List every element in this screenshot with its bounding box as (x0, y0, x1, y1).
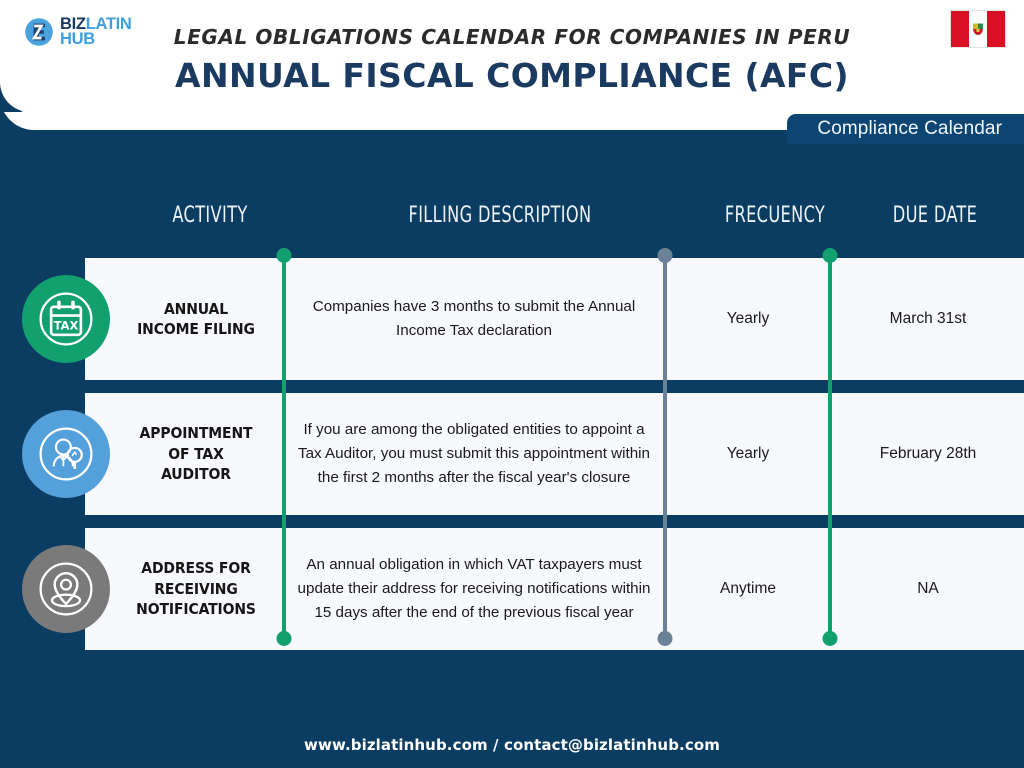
column-divider-line-3 (822, 248, 838, 646)
column-header-frecuency: FRECUENCY (724, 203, 826, 228)
table-row: TAX ANNUAL INCOME FILING Companies have 3… (0, 258, 1024, 380)
table-column-headers: ACTIVITY FILLING DESCRIPTION FRECUENCY D… (85, 203, 1024, 239)
footer-contact[interactable]: www.bizlatinhub.com / contact@bizlatinhu… (0, 722, 1024, 768)
cell-frequency: Yearly (726, 445, 770, 462)
compliance-calendar-tab[interactable]: Compliance Calendar (787, 114, 1024, 144)
auditor-person-glyph (39, 427, 93, 481)
divider-dot-top (276, 248, 292, 263)
cell-frequency: Yearly (726, 310, 770, 327)
divider-dot-top (657, 248, 673, 263)
column-header-activity: ACTIVITY (172, 203, 248, 228)
cell-due-date: March 31st (889, 310, 967, 327)
cell-activity: APPOINTMENT OF TAX AUDITOR (139, 424, 253, 484)
header-subtitle: LEGAL OBLIGATIONS CALENDAR FOR COMPANIES… (173, 25, 851, 49)
divider-dot-bottom (657, 631, 673, 646)
column-divider-line-2 (657, 248, 673, 646)
location-pin-glyph (39, 562, 93, 616)
column-divider-line-1 (276, 248, 292, 646)
table-row: ADDRESS FOR RECEIVING NOTIFICATIONS An ann… (0, 528, 1024, 650)
tax-calendar-glyph: TAX (39, 292, 93, 346)
header-card: BIZLATIN HUB LEGAL OBLIGATIONS CALENDAR … (0, 0, 1024, 130)
cell-activity: ADDRESS FOR RECEIVING NOTIFICATIONS (136, 559, 256, 619)
table-row: APPOINTMENT OF TAX AUDITOR If you are amon… (0, 393, 1024, 515)
location-pin-icon (22, 545, 110, 633)
cell-due-date: NA (917, 580, 939, 597)
compliance-rows: TAX ANNUAL INCOME FILING Companies have 3… (0, 258, 1024, 663)
tax-calendar-icon: TAX (22, 275, 110, 363)
column-header-due-date: DUE DATE (892, 203, 978, 228)
cell-due-date: February 28th (879, 445, 977, 462)
page-title: ANNUAL FISCAL COMPLIANCE (AFC) (175, 56, 849, 95)
cell-frequency: Anytime (720, 580, 776, 597)
cell-description: Companies have 3 months to submit the An… (312, 297, 636, 339)
divider-dot-bottom (276, 631, 292, 646)
column-header-filling-description: FILLING DESCRIPTION (408, 203, 592, 228)
cell-description: An annual obligation in which VAT taxpay… (297, 555, 651, 621)
tax-auditor-person-icon (22, 410, 110, 498)
cell-activity: ANNUAL INCOME FILING (137, 299, 255, 338)
svg-text:TAX: TAX (54, 319, 79, 333)
divider-dot-top (822, 248, 838, 263)
divider-dot-bottom (822, 631, 838, 646)
cell-description: If you are among the obligated entities … (297, 420, 651, 486)
peru-flag-icon (950, 10, 1006, 48)
